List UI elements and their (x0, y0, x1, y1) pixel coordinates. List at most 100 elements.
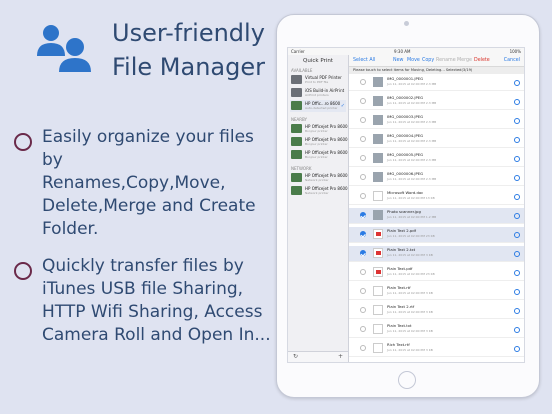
section-available: AVAILABLE (291, 68, 313, 73)
printer-icon (291, 75, 302, 84)
file-row[interactable]: Plain Text 2.pdf Jun 11, 2015 at 02:00 PM… (349, 227, 524, 243)
home-button[interactable] (398, 371, 416, 389)
ipad-screen: Carrier 9:30 AM 100% Quick Print AVAILAB… (287, 47, 525, 363)
select-radio[interactable] (360, 326, 366, 332)
printer-item[interactable]: HP Officejet Pro 8600 Bonjour printer (290, 149, 348, 161)
info-icon[interactable] (514, 80, 520, 86)
file-row[interactable]: IMG_0000002.JPEG Jun 11, 2015 at 02:00 PM… (349, 94, 524, 110)
hp-printer-icon (291, 137, 302, 146)
info-icon[interactable] (514, 327, 520, 333)
printer-item[interactable]: iOS Build-in AirPrint AirPrint printers (290, 87, 346, 99)
printer-item[interactable]: HP Officejet Pro 8600 Network printer (290, 172, 348, 184)
select-radio[interactable] (360, 117, 366, 123)
info-icon[interactable] (514, 308, 520, 314)
section-network: NETWORK (291, 166, 312, 171)
select-radio[interactable] (360, 98, 366, 104)
file-meta: Jun 11, 2015 at 02:00 PM 3 KB (387, 291, 433, 295)
selection-hint: Please touch to select items for Moving,… (349, 67, 524, 74)
info-icon[interactable] (514, 118, 520, 124)
pdf-file-icon (373, 267, 383, 277)
select-radio[interactable] (360, 212, 366, 218)
printer-sub: Network printer (305, 178, 329, 182)
info-icon[interactable] (514, 289, 520, 295)
printer-sub: Auto-detected printer (305, 106, 338, 110)
select-radio[interactable] (360, 174, 366, 180)
info-icon[interactable] (514, 99, 520, 105)
printer-item-selected[interactable]: HP Offic...ro 8600 Auto-detected printer… (290, 100, 346, 112)
info-icon[interactable] (514, 156, 520, 162)
printer-item[interactable]: HP Officejet Pro 8600 Bonjour printer (290, 136, 348, 148)
delete-button[interactable]: Delete (474, 58, 490, 63)
file-meta: Jun 11, 2015 at 02:00 PM 2.3 MB (387, 82, 437, 86)
rename-button[interactable]: Rename (436, 58, 456, 63)
info-icon[interactable] (514, 232, 520, 238)
copy-button[interactable]: Copy (422, 58, 434, 63)
file-row[interactable]: Plain Text.txt Jun 11, 2015 at 02:00 PM 3… (349, 322, 524, 338)
printer-item[interactable]: Virtual PDF Printer Print to PDF file (290, 74, 346, 86)
select-radio[interactable] (360, 250, 366, 256)
document-file-icon (373, 305, 383, 315)
select-radio[interactable] (360, 269, 366, 275)
select-radio[interactable] (360, 193, 366, 199)
select-all-button[interactable]: Select All (353, 58, 375, 63)
select-radio[interactable] (360, 345, 366, 351)
info-icon[interactable] (514, 194, 520, 200)
pdf-file-icon (373, 248, 383, 258)
hp-printer-icon (291, 150, 302, 159)
file-row[interactable]: Rich Text.rtf Jun 11, 2015 at 02:00 PM 3 … (349, 341, 524, 357)
printer-item[interactable]: HP Officejet Pro 8600 Network printer (290, 185, 348, 197)
file-name: IMG_0000004.JPEG (387, 133, 424, 138)
document-file-icon (373, 286, 383, 296)
select-radio[interactable] (360, 155, 366, 161)
photo-thumbnail (373, 77, 383, 87)
file-row[interactable]: IMG_0000003.JPEG Jun 11, 2015 at 02:00 PM… (349, 113, 524, 129)
printer-item[interactable]: HP Officejet Pro 8600 Bonjour printer (290, 123, 348, 135)
file-row[interactable]: Plain Text 2.txt Jun 11, 2015 at 02:00 PM… (349, 246, 524, 262)
printer-sub: Bonjour printer (305, 142, 328, 146)
select-radio[interactable] (360, 79, 366, 85)
file-meta: Jun 11, 2015 at 02:00 PM 23 KB (387, 234, 435, 238)
info-icon[interactable] (514, 213, 520, 219)
file-row[interactable]: IMG_0000006.JPEG Jun 11, 2015 at 02:00 PM… (349, 170, 524, 186)
headline: User-friendly File Manager (112, 16, 265, 84)
add-printer-icon[interactable]: + (338, 353, 343, 360)
info-icon[interactable] (514, 346, 520, 352)
move-button[interactable]: Move (407, 58, 420, 63)
file-name: IMG_0000002.JPEG (387, 95, 424, 100)
sidebar-footer: ↻ + (288, 351, 348, 362)
users-icon (37, 25, 91, 72)
carrier-label: Carrier (291, 49, 305, 54)
refresh-icon[interactable]: ↻ (293, 353, 298, 360)
file-meta: Jun 11, 2015 at 02:00 PM 1.2 MB (387, 215, 437, 219)
file-row[interactable]: IMG_0000004.JPEG Jun 11, 2015 at 02:00 PM… (349, 132, 524, 148)
file-row[interactable]: Microsoft Word.doc Jun 11, 2015 at 02:00 … (349, 189, 524, 205)
select-radio[interactable] (360, 136, 366, 142)
printer-sub: AirPrint printers (305, 93, 329, 97)
select-radio[interactable] (360, 288, 366, 294)
feature-line: Camera Roll and Open In... (42, 325, 271, 345)
file-row[interactable]: Plain Text.rtf Jun 11, 2015 at 02:00 PM 3… (349, 284, 524, 300)
file-row[interactable]: Plain Text.pdf Jun 11, 2015 at 02:00 PM 2… (349, 265, 524, 281)
printer-sub: Bonjour printer (305, 129, 328, 133)
info-icon[interactable] (514, 270, 520, 276)
feature-line: HTTP Wifi Sharing, Access (42, 302, 263, 322)
photo-thumbnail (373, 153, 383, 163)
file-browser: Select All New Move Copy Rename Merge De… (349, 55, 524, 362)
info-icon[interactable] (514, 175, 520, 181)
select-radio[interactable] (360, 231, 366, 237)
file-meta: Jun 11, 2015 at 02:00 PM 3 KB (387, 310, 433, 314)
headline-line: User-friendly (112, 19, 265, 47)
file-row[interactable]: IMG_0000005.JPEG Jun 11, 2015 at 02:00 PM… (349, 151, 524, 167)
file-row[interactable]: Plain Text 2.rtf Jun 11, 2015 at 02:00 PM… (349, 303, 524, 319)
info-icon[interactable] (514, 251, 520, 257)
file-row[interactable]: Photo scanner.jpg Jun 11, 2015 at 02:00 P… (349, 208, 524, 224)
select-radio[interactable] (360, 307, 366, 313)
info-icon[interactable] (514, 137, 520, 143)
file-meta: Jun 11, 2015 at 02:00 PM 3 KB (387, 329, 433, 333)
cancel-button[interactable]: Cancel (504, 58, 520, 63)
file-row[interactable]: IMG_0000001.JPEG Jun 11, 2015 at 02:00 PM… (349, 75, 524, 91)
file-meta: Jun 11, 2015 at 02:00 PM 2.3 MB (387, 158, 437, 162)
merge-button[interactable]: Merge (457, 58, 472, 63)
file-name: Plain Text.rtf (387, 285, 411, 290)
new-button[interactable]: New (393, 58, 403, 63)
